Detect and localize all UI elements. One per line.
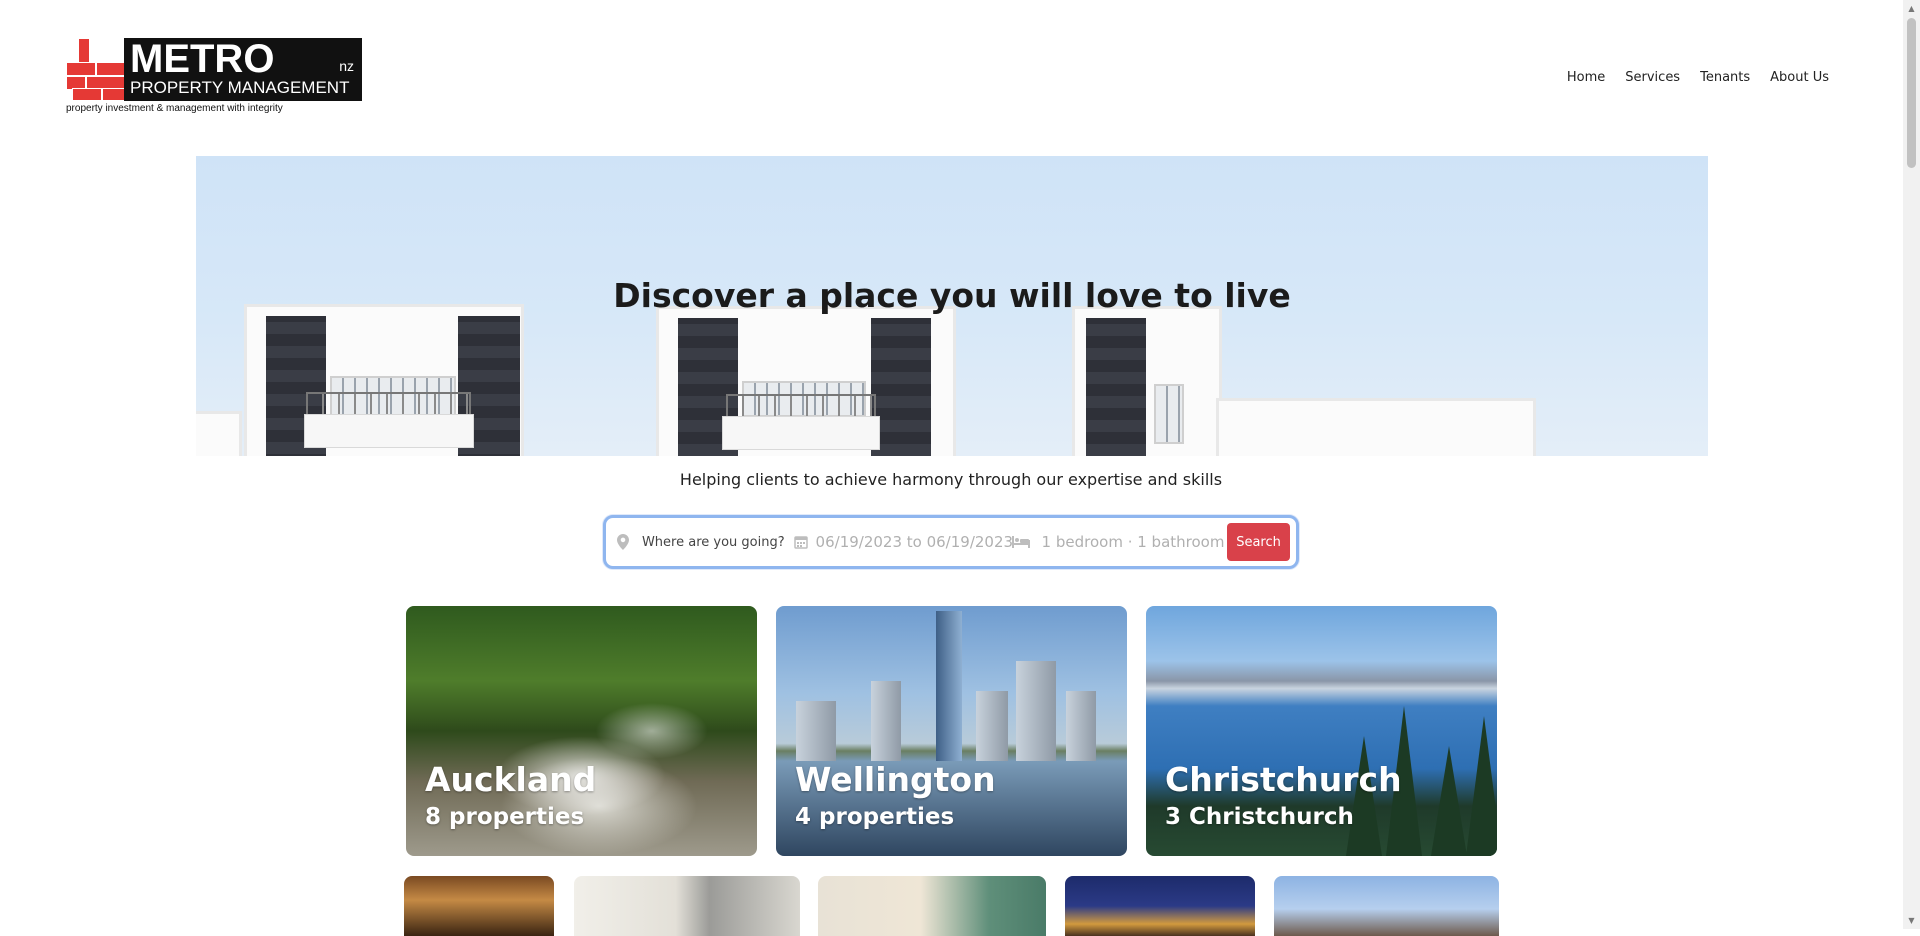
city-card-photo <box>1066 691 1096 761</box>
page-scrollbar[interactable]: ▲ ▼ <box>1903 0 1920 929</box>
property-thumbnail[interactable] <box>404 876 554 936</box>
hero-building-railing <box>306 392 471 414</box>
city-property-count: 4 properties <box>795 804 955 830</box>
calendar-icon <box>792 535 810 549</box>
hero-subtitle: Helping clients to achieve harmony throu… <box>679 470 1223 489</box>
property-thumbnail[interactable] <box>1274 876 1499 936</box>
logo-bricks-icon <box>66 38 128 101</box>
date-range-input[interactable]: 06/19/2023 to 06/19/2023 <box>816 533 1014 551</box>
city-card-photo <box>871 681 901 761</box>
city-card-photo <box>796 701 836 761</box>
city-name: Christchurch <box>1165 760 1402 799</box>
logo-tagline: property investment & management with in… <box>66 103 283 114</box>
hero-building-balcony <box>304 414 474 448</box>
search-button[interactable]: Search <box>1227 523 1290 561</box>
hero-title: Discover a place you will love to live <box>613 276 1291 316</box>
location-input[interactable]: Where are you going? <box>642 535 792 550</box>
property-thumbnail[interactable] <box>1065 876 1255 936</box>
hero-building-railing <box>726 394 876 416</box>
main-nav: Home Services Tenants About Us <box>1547 70 1829 85</box>
property-thumbnail[interactable] <box>574 876 800 936</box>
hero-building-corner <box>196 411 242 456</box>
city-name: Auckland <box>425 760 597 799</box>
hero-building-cladding <box>1086 318 1146 456</box>
scrollbar-thumb[interactable] <box>1907 18 1916 168</box>
site-logo[interactable]: METRO nz PROPERTY MANAGEMENT property in… <box>66 38 366 118</box>
nav-tenants[interactable]: Tenants <box>1700 70 1750 85</box>
city-card-christchurch[interactable]: Christchurch 3 Christchurch <box>1146 606 1497 856</box>
logo-word: METRO <box>130 37 275 81</box>
map-pin-icon <box>614 534 632 550</box>
city-card-photo <box>1431 746 1467 856</box>
rooms-input[interactable]: 1 bedroom · 1 bathroom <box>1042 533 1226 551</box>
scroll-up-icon[interactable]: ▲ <box>1903 0 1920 17</box>
nav-services[interactable]: Services <box>1625 70 1680 85</box>
hero-building-cladding <box>871 318 931 456</box>
nav-home[interactable]: Home <box>1567 70 1605 85</box>
city-card-photo <box>1466 716 1497 856</box>
nav-about-us[interactable]: About Us <box>1770 70 1829 85</box>
hero-banner: Discover a place you will love to live <box>196 156 1708 456</box>
logo-suffix: nz <box>339 58 354 74</box>
scroll-down-icon[interactable]: ▼ <box>1903 912 1920 929</box>
city-property-count: 3 Christchurch <box>1165 804 1354 830</box>
city-card-photo <box>1016 661 1056 761</box>
logo-subtitle: PROPERTY MANAGEMENT <box>130 78 350 97</box>
city-property-count: 8 properties <box>425 804 585 830</box>
property-search-bar: Where are you going? 06/19/2023 to 06/19… <box>603 515 1299 569</box>
hero-building-balcony <box>722 416 880 450</box>
city-card-wellington[interactable]: Wellington 4 properties <box>776 606 1127 856</box>
hero-building-wing <box>1216 398 1536 456</box>
logo-wordmark: METRO nz PROPERTY MANAGEMENT <box>124 38 362 101</box>
property-thumbnail[interactable] <box>818 876 1046 936</box>
bed-icon <box>1011 536 1030 548</box>
hero-building-window <box>1154 384 1184 444</box>
city-card-photo <box>976 691 1008 761</box>
city-name: Wellington <box>795 760 996 799</box>
city-card-photo <box>936 611 962 761</box>
city-card-auckland[interactable]: Auckland 8 properties <box>406 606 757 856</box>
